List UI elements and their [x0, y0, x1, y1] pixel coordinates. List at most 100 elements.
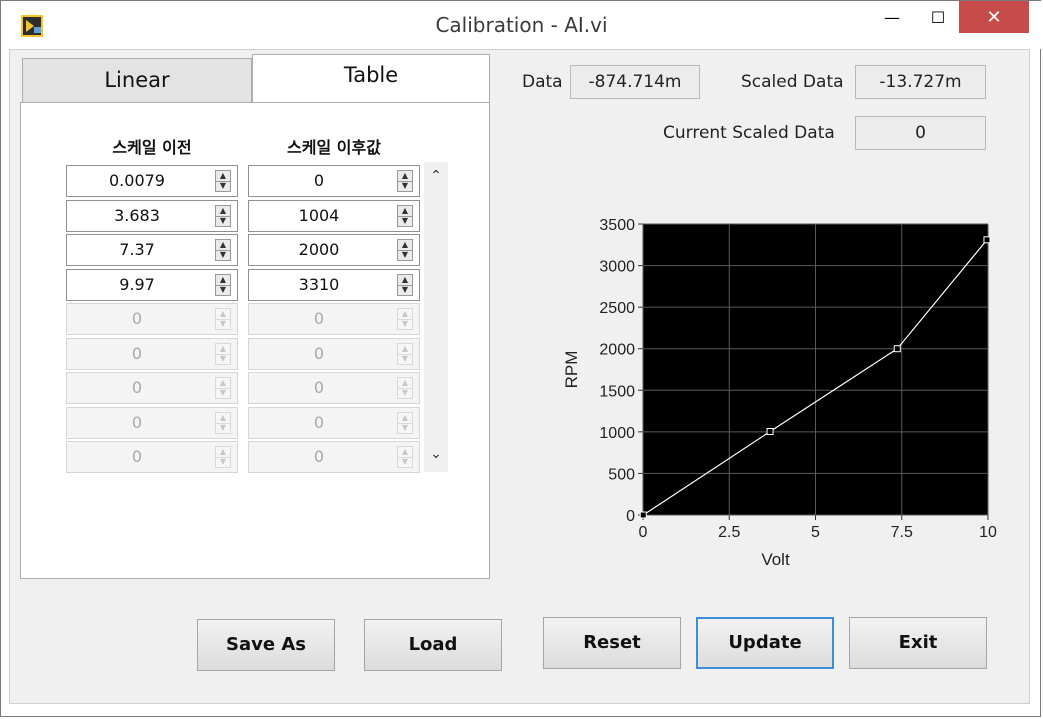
decrement-arrow-icon[interactable]: ▼	[398, 181, 412, 191]
cell-value[interactable]: 0	[249, 373, 389, 403]
numeric-stepper[interactable]: ▲ ▼	[397, 377, 413, 399]
numeric-stepper[interactable]: ▲ ▼	[397, 205, 413, 227]
column-header-after: 스케일 이후값	[287, 138, 381, 157]
input-value-cell[interactable]: 3.683 ▲ ▼	[66, 200, 238, 232]
decrement-arrow-icon[interactable]: ▼	[216, 319, 230, 329]
input-value-cell[interactable]: 0 ▲ ▼	[66, 407, 238, 439]
tab-linear[interactable]: Linear	[22, 58, 252, 102]
cell-value[interactable]: 0	[249, 339, 389, 369]
data-point	[893, 345, 901, 353]
numeric-stepper[interactable]: ▲ ▼	[215, 274, 231, 296]
output-value-cell[interactable]: 2000 ▲ ▼	[248, 234, 420, 266]
close-button[interactable]: ✕	[959, 1, 1029, 33]
numeric-stepper[interactable]: ▲ ▼	[397, 446, 413, 468]
output-value-cell[interactable]: 0 ▲ ▼	[248, 372, 420, 404]
numeric-stepper[interactable]: ▲ ▼	[397, 412, 413, 434]
y-tick-label: 3500	[599, 217, 635, 234]
numeric-stepper[interactable]: ▲ ▼	[215, 170, 231, 192]
y-axis-label: RPM	[562, 351, 581, 389]
numeric-stepper[interactable]: ▲ ▼	[397, 170, 413, 192]
input-value-cell[interactable]: 0 ▲ ▼	[66, 303, 238, 335]
decrement-arrow-icon[interactable]: ▼	[216, 388, 230, 398]
cell-value[interactable]: 0	[67, 442, 207, 472]
tab-table[interactable]: Table	[252, 54, 490, 104]
output-value-cell[interactable]: 0 ▲ ▼	[248, 165, 420, 197]
x-tick-label: 7.5	[891, 524, 913, 541]
cell-value[interactable]: 3310	[249, 270, 389, 300]
decrement-arrow-icon[interactable]: ▼	[398, 319, 412, 329]
x-tick-label: 2.5	[718, 524, 740, 541]
exit-button[interactable]: Exit	[849, 617, 987, 669]
numeric-stepper[interactable]: ▲ ▼	[215, 205, 231, 227]
output-value-cell[interactable]: 0 ▲ ▼	[248, 407, 420, 439]
input-value-cell[interactable]: 9.97 ▲ ▼	[66, 269, 238, 301]
scroll-up-arrow-icon[interactable]: ⌃	[424, 168, 448, 184]
cell-value[interactable]: 3.683	[67, 201, 207, 231]
scroll-down-arrow-icon[interactable]: ⌄	[424, 446, 448, 462]
decrement-arrow-icon[interactable]: ▼	[216, 181, 230, 191]
cell-value[interactable]: 0	[249, 166, 389, 196]
decrement-arrow-icon[interactable]: ▼	[398, 354, 412, 364]
numeric-stepper[interactable]: ▲ ▼	[397, 343, 413, 365]
numeric-stepper[interactable]: ▲ ▼	[397, 274, 413, 296]
decrement-arrow-icon[interactable]: ▼	[398, 423, 412, 433]
x-axis-label: Volt	[761, 550, 790, 569]
output-value-cell[interactable]: 0 ▲ ▼	[248, 338, 420, 370]
y-tick-label: 1500	[599, 383, 635, 400]
cell-value[interactable]: 1004	[249, 201, 389, 231]
cell-value[interactable]: 0	[67, 304, 207, 334]
cell-value[interactable]: 0	[249, 304, 389, 334]
cell-value[interactable]: 0.0079	[67, 166, 207, 196]
decrement-arrow-icon[interactable]: ▼	[398, 285, 412, 295]
table-scrollbar[interactable]: ⌃ ⌄	[424, 162, 448, 472]
output-value-cell[interactable]: 1004 ▲ ▼	[248, 200, 420, 232]
numeric-stepper[interactable]: ▲ ▼	[397, 308, 413, 330]
cell-value[interactable]: 0	[249, 408, 389, 438]
reset-button[interactable]: Reset	[543, 617, 681, 669]
decrement-arrow-icon[interactable]: ▼	[216, 250, 230, 260]
cell-value[interactable]: 2000	[249, 235, 389, 265]
numeric-stepper[interactable]: ▲ ▼	[397, 239, 413, 261]
x-tick-label: 10	[979, 524, 997, 541]
input-value-cell[interactable]: 0 ▲ ▼	[66, 338, 238, 370]
output-value-cell[interactable]: 0 ▲ ▼	[248, 441, 420, 473]
cell-value[interactable]: 7.37	[67, 235, 207, 265]
numeric-stepper[interactable]: ▲ ▼	[215, 239, 231, 261]
minimize-button[interactable]: —	[869, 1, 915, 33]
maximize-button[interactable]: ☐	[915, 1, 961, 33]
y-tick-label: 2000	[599, 342, 635, 359]
numeric-stepper[interactable]: ▲ ▼	[215, 446, 231, 468]
update-button[interactable]: Update	[696, 617, 834, 669]
decrement-arrow-icon[interactable]: ▼	[216, 285, 230, 295]
numeric-stepper[interactable]: ▲ ▼	[215, 308, 231, 330]
client-area: Linear Table 스케일 이전 스케일 이후값 0.0079 ▲ ▼ 0 ▲ ▼ 3…	[9, 49, 1030, 704]
decrement-arrow-icon[interactable]: ▼	[398, 250, 412, 260]
cell-value[interactable]: 0	[67, 373, 207, 403]
save-as-button[interactable]: Save As	[197, 619, 335, 671]
input-value-cell[interactable]: 7.37 ▲ ▼	[66, 234, 238, 266]
cell-value[interactable]: 0	[249, 442, 389, 472]
decrement-arrow-icon[interactable]: ▼	[398, 216, 412, 226]
output-value-cell[interactable]: 3310 ▲ ▼	[248, 269, 420, 301]
numeric-stepper[interactable]: ▲ ▼	[215, 377, 231, 399]
y-tick-label: 0	[626, 508, 635, 525]
scaled-data-indicator: -13.727m	[855, 65, 986, 99]
input-value-cell[interactable]: 0 ▲ ▼	[66, 441, 238, 473]
data-point	[983, 236, 991, 244]
input-value-cell[interactable]: 0.0079 ▲ ▼	[66, 165, 238, 197]
data-point	[766, 428, 774, 436]
numeric-stepper[interactable]: ▲ ▼	[215, 343, 231, 365]
decrement-arrow-icon[interactable]: ▼	[216, 423, 230, 433]
input-value-cell[interactable]: 0 ▲ ▼	[66, 372, 238, 404]
decrement-arrow-icon[interactable]: ▼	[398, 388, 412, 398]
decrement-arrow-icon[interactable]: ▼	[398, 457, 412, 467]
cell-value[interactable]: 0	[67, 408, 207, 438]
output-value-cell[interactable]: 0 ▲ ▼	[248, 303, 420, 335]
cell-value[interactable]: 9.97	[67, 270, 207, 300]
decrement-arrow-icon[interactable]: ▼	[216, 354, 230, 364]
cell-value[interactable]: 0	[67, 339, 207, 369]
numeric-stepper[interactable]: ▲ ▼	[215, 412, 231, 434]
load-button[interactable]: Load	[364, 619, 502, 671]
decrement-arrow-icon[interactable]: ▼	[216, 457, 230, 467]
decrement-arrow-icon[interactable]: ▼	[216, 216, 230, 226]
